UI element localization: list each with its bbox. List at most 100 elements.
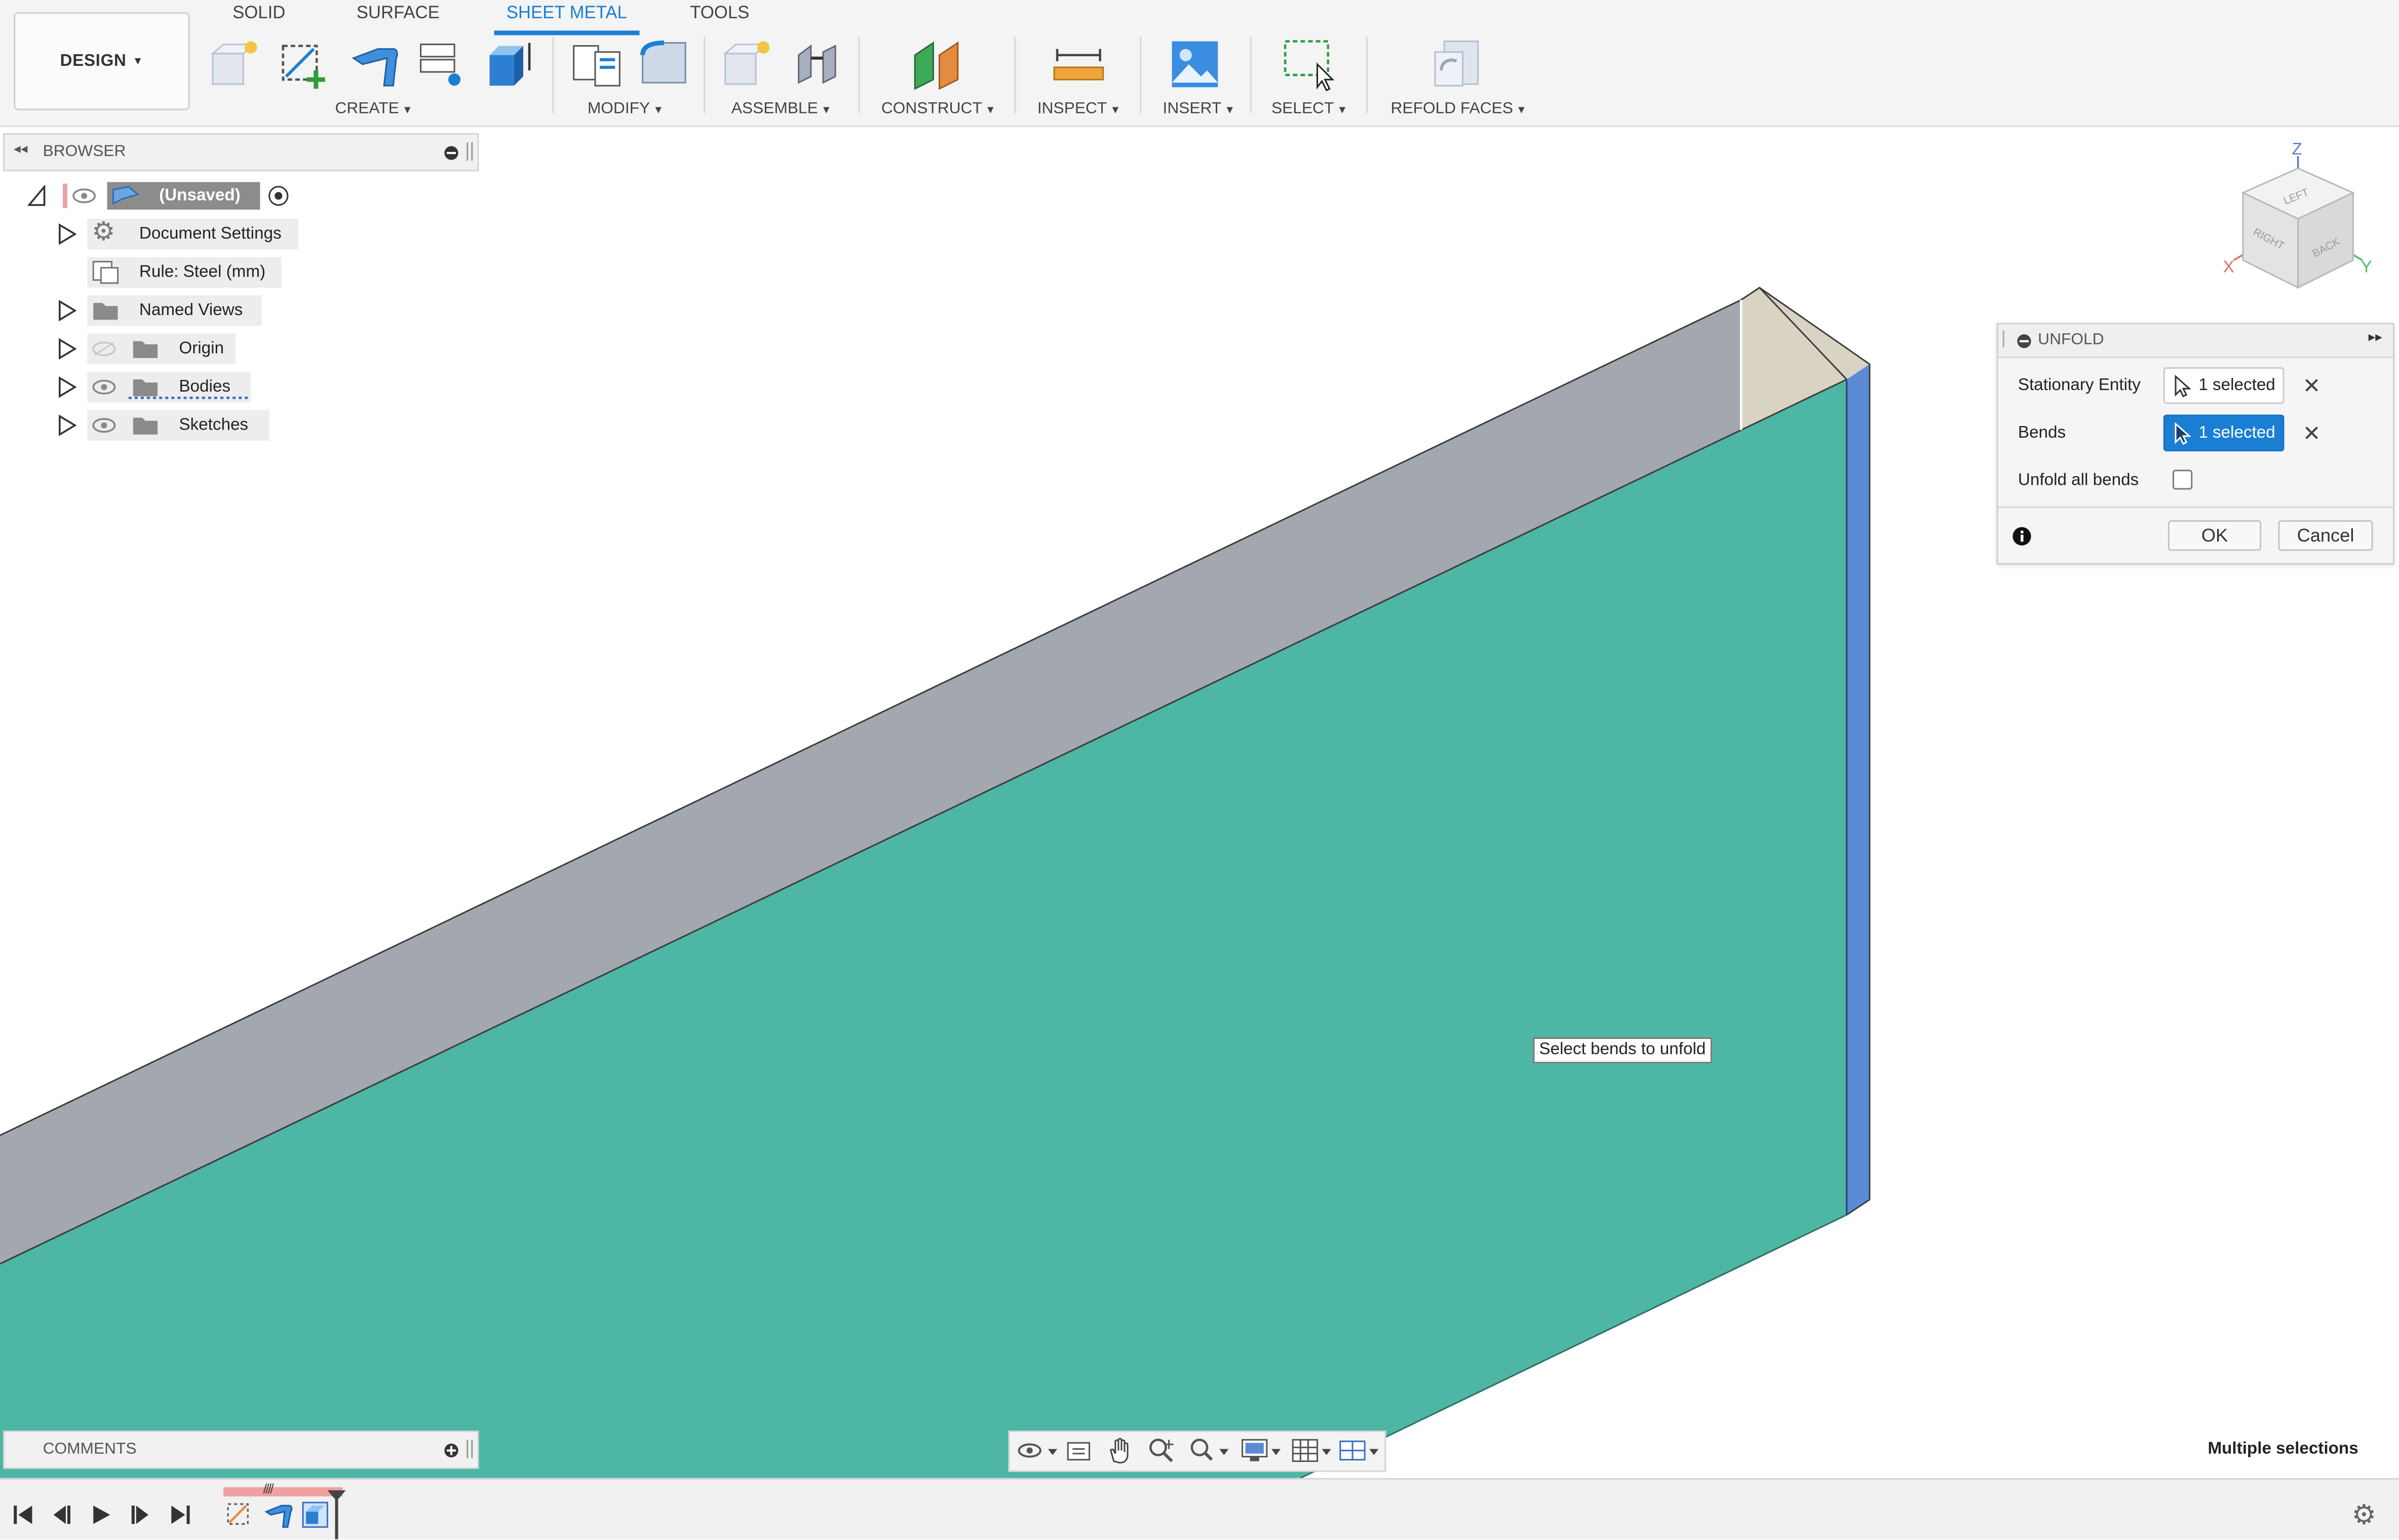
zoom-window-icon[interactable] (1189, 1437, 1232, 1464)
flange-icon[interactable] (347, 36, 403, 92)
dialog-grip-icon[interactable] (2002, 330, 2006, 348)
press-pull-icon[interactable] (569, 36, 625, 92)
tab-sheet-metal[interactable]: SHEET METAL (494, 3, 640, 35)
minimize-panel-icon[interactable] (444, 145, 459, 161)
eye-icon[interactable] (72, 188, 96, 204)
display-settings-icon[interactable] (1241, 1437, 1284, 1464)
timeline-flange-feature-icon[interactable] (263, 1499, 294, 1530)
browser-root-item[interactable]: (Unsaved) (0, 180, 306, 211)
main-face[interactable] (0, 379, 1847, 1478)
browser-item-bodies[interactable]: Bodies (0, 371, 306, 403)
assemble-menu[interactable]: ASSEMBLE ▼ (731, 99, 832, 118)
joint-icon[interactable] (790, 36, 845, 92)
step-forward-icon[interactable] (130, 1504, 151, 1525)
folder-icon (133, 341, 158, 358)
select-menu-label: SELECT (1271, 99, 1334, 118)
stationary-entity-selector[interactable]: 1 selected (2163, 367, 2285, 404)
extrude-icon[interactable] (483, 36, 538, 92)
window-select-icon[interactable] (1281, 36, 1336, 92)
construct-menu[interactable]: CONSTRUCT ▼ (881, 99, 996, 118)
cursor-arrow-icon (2175, 422, 2191, 445)
expanded-triangle-icon[interactable] (27, 185, 46, 206)
dialog-title-bar[interactable]: UNFOLD ▸▸ (1998, 324, 2393, 358)
eye-icon[interactable] (92, 379, 116, 395)
browser-panel-header[interactable]: ◂◂ BROWSER (3, 133, 479, 172)
browser-item-label: Document Settings (139, 224, 282, 244)
go-to-end-icon[interactable] (170, 1504, 191, 1525)
dialog-title: UNFOLD (2038, 330, 2104, 349)
browser-item-sketches[interactable]: Sketches (0, 410, 306, 441)
timeline-hatch-icon: //// (263, 1481, 274, 1496)
sheet-metal-rules-icon[interactable] (415, 36, 470, 92)
create-menu[interactable]: CREATE ▼ (335, 99, 412, 118)
select-menu[interactable]: SELECT ▼ (1271, 99, 1347, 118)
hidden-eye-icon[interactable] (92, 341, 116, 357)
view-cube[interactable]: Z X Y LEFT RIGHT BACK (2216, 135, 2384, 303)
play-icon[interactable] (90, 1504, 111, 1525)
create-sketch-icon[interactable] (277, 36, 332, 92)
timeline-settings-gear-icon[interactable]: ⚙ (2351, 1499, 2376, 1531)
browser-item-named-views[interactable]: Named Views (0, 295, 306, 326)
modify-menu[interactable]: MODIFY ▼ (588, 99, 664, 118)
activate-radio-icon[interactable] (268, 185, 289, 206)
zoom-icon[interactable] (1147, 1437, 1175, 1464)
tab-tools[interactable]: TOOLS (690, 3, 749, 30)
grid-settings-icon[interactable] (1291, 1437, 1334, 1464)
expand-triangle-icon[interactable] (58, 223, 77, 245)
ok-button[interactable]: OK (2168, 520, 2262, 551)
expand-triangle-icon[interactable] (58, 414, 77, 436)
refold-faces-menu[interactable]: REFOLD FACES ▼ (1391, 99, 1527, 118)
fillet-icon[interactable] (636, 36, 691, 92)
measure-icon[interactable] (1051, 36, 1106, 92)
bends-selector[interactable]: 1 selected (2163, 414, 2285, 452)
panel-grip-icon[interactable] (467, 142, 473, 161)
expand-triangle-icon[interactable] (58, 338, 77, 360)
unfold-all-bends-checkbox[interactable] (2172, 470, 2193, 490)
unfold-dialog: UNFOLD ▸▸ Stationary Entity 1 selected ✕… (1996, 323, 2394, 565)
tab-solid[interactable]: SOLID (233, 3, 285, 30)
construct-menu-label: CONSTRUCT (881, 99, 982, 118)
go-to-start-icon[interactable] (12, 1504, 33, 1525)
panel-grip-icon[interactable] (467, 1440, 473, 1458)
collapse-panel-icon[interactable]: ◂◂ (14, 141, 27, 158)
clear-stationary-icon[interactable]: ✕ (2303, 375, 2321, 396)
component-icon (112, 185, 139, 205)
unsaved-marker (62, 183, 67, 208)
caret-down-icon: ▼ (985, 105, 996, 117)
refold-faces-menu-label: REFOLD FACES (1390, 99, 1513, 118)
info-icon[interactable] (2012, 526, 2032, 546)
viewports-icon[interactable] (1339, 1437, 1382, 1464)
browser-item-origin[interactable]: Origin (0, 333, 306, 364)
browser-item-document-settings[interactable]: ⚙ Document Settings (0, 218, 306, 250)
toolbar-divider (552, 36, 554, 113)
new-component-icon[interactable] (208, 36, 263, 92)
eye-icon[interactable] (92, 418, 116, 433)
inspect-menu[interactable]: INSPECT ▼ (1037, 99, 1120, 118)
step-back-icon[interactable] (51, 1504, 72, 1525)
refold-faces-icon[interactable] (1429, 36, 1484, 92)
collapse-dialog-icon[interactable] (2017, 333, 2032, 349)
insert-image-icon[interactable] (1168, 36, 1223, 92)
new-component-assemble-icon[interactable] (721, 36, 776, 92)
browser-title: BROWSER (43, 142, 126, 161)
add-comment-icon[interactable] (444, 1443, 459, 1458)
expand-triangle-icon[interactable] (58, 376, 77, 398)
expand-dialog-icon[interactable]: ▸▸ (2369, 329, 2382, 345)
insert-menu[interactable]: INSERT ▼ (1163, 99, 1235, 118)
timeline-sketch-feature-icon[interactable] (223, 1499, 254, 1530)
bend-edge-face[interactable] (1846, 364, 1870, 1215)
cancel-button[interactable]: Cancel (2278, 520, 2373, 551)
expand-triangle-icon[interactable] (58, 299, 77, 322)
axis-z-label: Z (2292, 140, 2302, 159)
clear-bends-icon[interactable]: ✕ (2303, 422, 2321, 444)
workspace-switcher-button[interactable]: DESIGN ▼ (14, 12, 190, 110)
orbit-icon[interactable] (1018, 1438, 1058, 1464)
comments-panel-header[interactable]: COMMENTS (3, 1431, 479, 1469)
look-at-icon[interactable] (1065, 1438, 1092, 1464)
browser-item-rule[interactable]: Rule: Steel (mm) (0, 257, 306, 288)
tab-surface[interactable]: SURFACE (357, 3, 440, 30)
stationary-entity-label: Stationary Entity (2018, 376, 2141, 395)
timeline-marker-icon[interactable] (326, 1489, 347, 1539)
offset-plane-icon[interactable] (909, 36, 964, 92)
pan-hand-icon[interactable] (1106, 1437, 1134, 1464)
